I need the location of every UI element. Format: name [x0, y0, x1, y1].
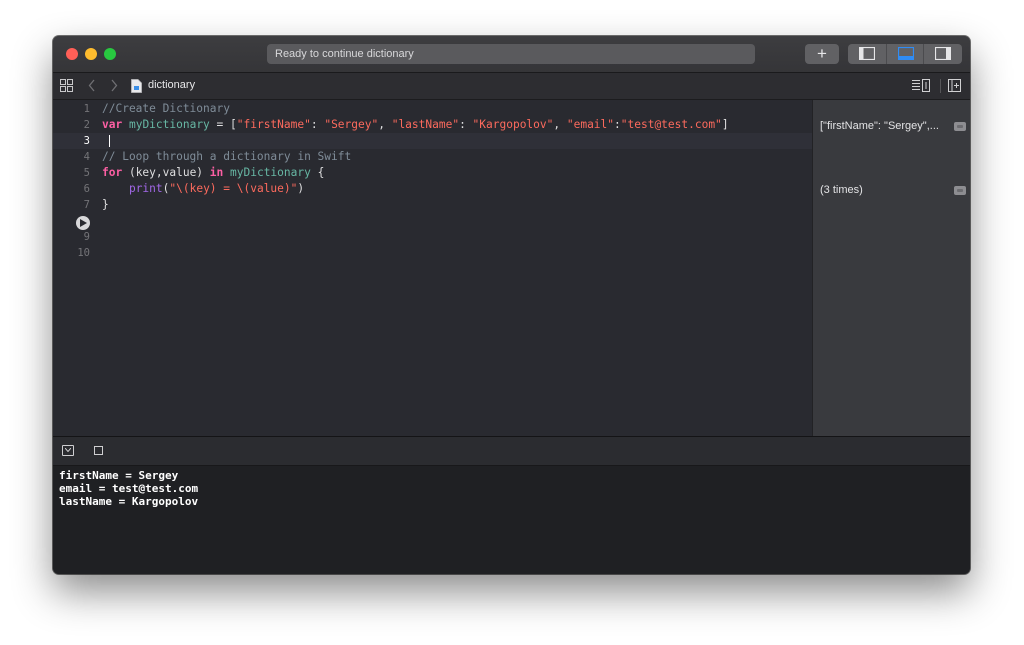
keyword-in: in [210, 166, 223, 179]
code-line: 1 //Create Dictionary [53, 101, 812, 117]
minimize-window-button[interactable] [85, 48, 97, 60]
debug-bar [53, 436, 970, 466]
play-icon [80, 219, 87, 227]
line-number: 1 [53, 101, 90, 117]
code-line: 7 } [53, 197, 812, 213]
jumpbar-divider [940, 79, 941, 93]
console-line: email = test@test.com [59, 482, 198, 495]
playground-file-icon [131, 79, 142, 96]
add-editor-icon[interactable] [948, 79, 961, 95]
code-punct: : [614, 118, 621, 131]
adjust-editor-options-icon[interactable] [912, 79, 932, 95]
identifier: myDictionary [230, 166, 311, 179]
code-punct: ) [297, 182, 304, 195]
result-line-2: ["firstName": "Sergey",... [820, 120, 946, 132]
stop-icon[interactable] [94, 446, 103, 455]
line-number: 4 [53, 149, 90, 165]
code-line: 4 // Loop through a dictionary in Swift [53, 149, 812, 165]
code-punct: } [102, 198, 109, 211]
quick-look-button[interactable] [954, 186, 966, 195]
string-literal: "firstName" [237, 118, 311, 131]
add-button[interactable]: + [805, 44, 839, 64]
code-line: 10 [53, 245, 812, 261]
keyword-var: var [102, 118, 122, 131]
identifier: myDictionary [129, 118, 210, 131]
close-window-button[interactable] [66, 48, 78, 60]
activity-status: Ready to continue dictionary [267, 44, 755, 64]
code-line: 5 for (key,value) in myDictionary { [53, 165, 812, 181]
line-number: 6 [53, 181, 90, 197]
function-call: print [129, 182, 163, 195]
line-number: 7 [53, 197, 90, 213]
related-items-icon[interactable] [60, 79, 73, 95]
code-indent [102, 182, 129, 195]
code-line-current: 3 [53, 133, 812, 149]
string-literal: "Kargopolov" [473, 118, 554, 131]
bottom-panel-icon [898, 47, 914, 60]
line-number: 2 [53, 117, 90, 133]
code-line: 9 [53, 229, 812, 245]
results-sidebar: ["firstName": "Sergey",... (3 times) [812, 100, 970, 436]
run-to-line-button[interactable] [76, 216, 90, 230]
code-punct: : [311, 118, 324, 131]
code-comment: // Loop through a dictionary in Swift [102, 150, 351, 163]
line-number: 10 [53, 245, 90, 261]
toggle-inspector-button[interactable] [924, 44, 962, 64]
result-line-6: (3 times) [820, 184, 946, 196]
toggle-debug-area-button[interactable] [886, 44, 924, 64]
right-panel-icon [935, 47, 951, 60]
zoom-window-button[interactable] [104, 48, 116, 60]
source-editor[interactable]: 1 //Create Dictionary 2 var myDictionary… [53, 100, 812, 436]
string-literal: "test@test.com" [621, 118, 722, 131]
console-line: firstName = Sergey [59, 469, 178, 482]
text-cursor [109, 135, 110, 147]
code-punct: , [378, 118, 391, 131]
title-bar: Ready to continue dictionary + [53, 36, 970, 73]
chevron-down-icon [65, 448, 71, 452]
code-punct: , [553, 118, 566, 131]
console-output[interactable]: firstName = Sergey email = test@test.com… [53, 466, 970, 574]
line-number: 3 [53, 133, 90, 149]
console-line: lastName = Kargopolov [59, 495, 198, 508]
string-literal: "\(key) = \(value)" [169, 182, 297, 195]
code-punct: { [311, 166, 324, 179]
code-punct: = [ [210, 118, 237, 131]
code-punct: ] [722, 118, 729, 131]
left-panel-icon [859, 47, 875, 60]
string-literal: "Sergey" [324, 118, 378, 131]
code-punct: : [459, 118, 472, 131]
code-line: 6 print("\(key) = \(value)") [53, 181, 812, 197]
forward-chevron-icon[interactable] [110, 79, 118, 95]
string-literal: "email" [567, 118, 614, 131]
panel-toggle-group [848, 44, 962, 64]
line-number: 5 [53, 165, 90, 181]
quick-look-button[interactable] [954, 122, 966, 131]
keyword-for: for [102, 166, 122, 179]
string-literal: "lastName" [392, 118, 459, 131]
code-comment: //Create Dictionary [102, 102, 230, 115]
code-line: 2 var myDictionary = ["firstName": "Serg… [53, 117, 812, 133]
breadcrumb-file-name[interactable]: dictionary [148, 79, 195, 91]
back-chevron-icon[interactable] [88, 79, 96, 95]
line-number: 9 [53, 229, 90, 245]
code-punct: (key,value) [122, 166, 210, 179]
playground-window: Ready to continue dictionary + [53, 36, 970, 574]
hide-debug-area-button[interactable] [62, 445, 74, 456]
toggle-navigator-button[interactable] [848, 44, 886, 64]
jump-bar: dictionary [53, 73, 970, 100]
